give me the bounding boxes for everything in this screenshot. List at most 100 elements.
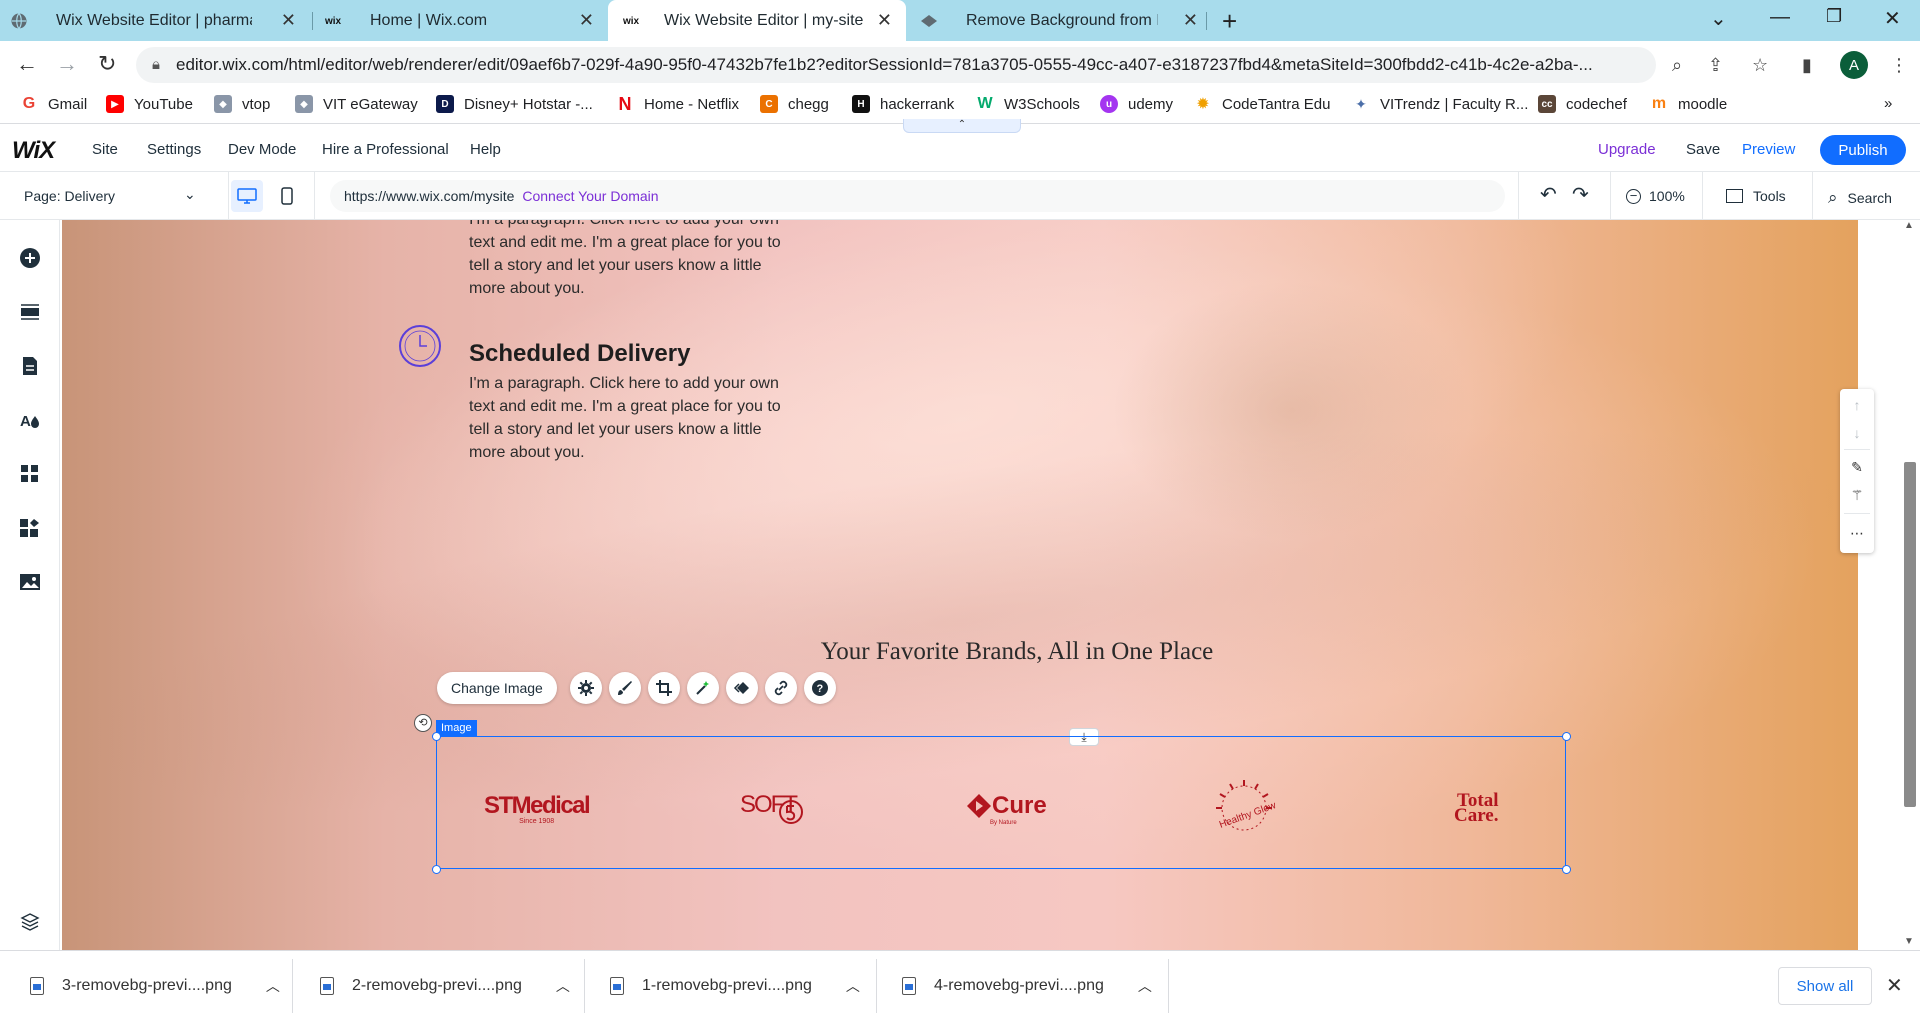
business-tools-icon[interactable]: [18, 516, 42, 540]
bookmark-hackerrank[interactable]: Hhackerrank: [852, 95, 954, 113]
layers-icon[interactable]: [18, 910, 42, 934]
publish-button[interactable]: Publish: [1820, 135, 1906, 165]
profile-avatar[interactable]: A: [1840, 51, 1868, 79]
design-brush-icon[interactable]: [608, 672, 641, 704]
menu-help[interactable]: Help: [470, 141, 501, 158]
settings-gear-icon[interactable]: [569, 672, 602, 704]
link-icon[interactable]: [764, 672, 797, 704]
bookmark-w3schools[interactable]: W W3Schools: [976, 95, 1079, 113]
back-arrow-icon[interactable]: ←: [16, 51, 38, 77]
paragraph-text[interactable]: I'm a paragraph. Click here to add your …: [469, 220, 799, 300]
ai-magic-wand-icon[interactable]: [686, 672, 719, 704]
help-icon[interactable]: ?: [803, 672, 836, 704]
close-tab-icon[interactable]: ✕: [579, 10, 594, 31]
bookmark-codetantra[interactable]: ✹ CodeTantra Edu: [1194, 95, 1330, 114]
page-selector[interactable]: Page: Delivery ⌄: [24, 186, 196, 204]
zoom-magnifier-icon[interactable]: ⌕: [1672, 55, 1682, 76]
collapse-top-bar-icon[interactable]: ⌃: [903, 119, 1021, 133]
close-window-icon[interactable]: ✕: [1884, 6, 1901, 31]
add-apps-icon[interactable]: [18, 462, 42, 486]
resize-handle[interactable]: [432, 732, 441, 741]
move-up-arrow-icon[interactable]: ↑: [1849, 397, 1865, 413]
scroll-up-icon[interactable]: ▲: [1904, 220, 1914, 231]
chevron-up-icon[interactable]: ︿: [846, 976, 860, 996]
resize-handle[interactable]: [1562, 732, 1571, 741]
browser-tab-pharmacy[interactable]: Wix Website Editor | pharmacy-a ✕: [0, 0, 310, 41]
upgrade-link[interactable]: Upgrade: [1598, 141, 1656, 158]
brands-heading[interactable]: Your Favorite Brands, All in One Place: [762, 638, 1272, 666]
minimize-icon[interactable]: —: [1770, 6, 1790, 29]
change-image-button[interactable]: Change Image: [437, 672, 557, 704]
chevron-up-icon[interactable]: ︿: [556, 976, 570, 996]
browser-tab-removebg[interactable]: Remove Background from Image ✕: [906, 0, 1206, 41]
menu-site[interactable]: Site: [92, 141, 118, 158]
share-icon[interactable]: ⇪: [1708, 55, 1723, 76]
resize-handle[interactable]: [1562, 865, 1571, 874]
close-tab-icon[interactable]: ✕: [1183, 10, 1198, 31]
close-tab-icon[interactable]: ✕: [877, 10, 892, 31]
wix-logo[interactable]: WiX: [12, 137, 55, 165]
bookmark-vit-egateway[interactable]: ◆ VIT eGateway: [295, 95, 418, 113]
zoom-control[interactable]: − 100%: [1626, 188, 1685, 204]
search-button[interactable]: ⌕ Search: [1828, 188, 1892, 208]
download-item[interactable]: 3-removebg-previ....png ︿: [30, 969, 280, 1003]
editor-canvas[interactable]: I'm a paragraph. Click here to add your …: [62, 220, 1858, 950]
bookmark-gmail[interactable]: G Gmail: [20, 95, 87, 113]
crop-icon[interactable]: [647, 672, 680, 704]
scrollbar-thumb[interactable]: [1904, 462, 1916, 807]
chevron-up-icon[interactable]: ︿: [266, 976, 280, 996]
bookmark-netflix[interactable]: N Home - Netflix: [616, 94, 740, 114]
browser-tab-wix-home[interactable]: wix Home | Wix.com ✕: [314, 0, 608, 41]
bookmark-hotstar[interactable]: D Disney+ Hotstar -...: [436, 95, 593, 113]
move-down-arrow-icon[interactable]: ↓: [1849, 425, 1865, 441]
show-all-downloads-button[interactable]: Show all: [1778, 967, 1872, 1005]
forward-arrow-icon[interactable]: →: [56, 51, 78, 77]
redo-icon[interactable]: ↷: [1572, 182, 1589, 207]
kebab-menu-icon[interactable]: ⋮: [1890, 55, 1908, 76]
bookmark-udemy[interactable]: u udemy: [1100, 95, 1173, 113]
restore-icon[interactable]: ❐: [1826, 6, 1842, 27]
connect-domain-link[interactable]: Connect Your Domain: [522, 188, 658, 204]
preview-button[interactable]: Preview: [1742, 141, 1795, 158]
close-tab-icon[interactable]: ✕: [281, 10, 296, 31]
clock-icon[interactable]: [398, 324, 442, 368]
undo-icon[interactable]: ↶: [1540, 182, 1557, 207]
mobile-view-icon[interactable]: [271, 180, 303, 212]
tab-search-chevron-icon[interactable]: ⌄: [1710, 6, 1727, 31]
paragraph-text[interactable]: I'm a paragraph. Click here to add your …: [469, 372, 799, 464]
save-button[interactable]: Save: [1686, 141, 1720, 158]
desktop-view-icon[interactable]: [231, 180, 263, 212]
edit-pencil-icon[interactable]: ✎: [1849, 459, 1865, 475]
download-item[interactable]: 1-removebg-previ....png ︿: [610, 969, 860, 1003]
menu-settings[interactable]: Settings: [147, 141, 201, 158]
download-item[interactable]: 2-removebg-previ....png ︿: [320, 969, 570, 1003]
add-section-icon[interactable]: [18, 300, 42, 324]
new-tab-icon[interactable]: +: [1222, 6, 1237, 37]
animation-icon[interactable]: [725, 672, 758, 704]
site-design-icon[interactable]: A: [18, 408, 42, 432]
reload-icon[interactable]: ↻: [98, 51, 116, 77]
section-heading[interactable]: Scheduled Delivery: [469, 340, 690, 368]
bookmark-moodle[interactable]: m moodle: [1650, 95, 1727, 113]
more-options-icon[interactable]: ⋯: [1849, 525, 1865, 541]
side-panel-icon[interactable]: ▮: [1802, 55, 1812, 76]
chevron-up-icon[interactable]: ︿: [1138, 976, 1152, 996]
address-bar[interactable]: 🔒︎ editor.wix.com/html/editor/web/render…: [136, 47, 1656, 83]
menu-dev-mode[interactable]: Dev Mode: [228, 141, 296, 158]
rotate-icon[interactable]: ⟲: [414, 714, 432, 732]
download-item[interactable]: 4-removebg-previ....png ︿: [902, 969, 1152, 1003]
bookmarks-overflow-icon[interactable]: »: [1884, 95, 1892, 112]
add-elements-icon[interactable]: [18, 246, 42, 270]
resize-handle[interactable]: [432, 865, 441, 874]
pages-menu-icon[interactable]: [18, 354, 42, 378]
magic-wand-icon[interactable]: ⚚: [1849, 487, 1865, 503]
bookmark-vitrendz[interactable]: ✦ VITrendz | Faculty R...: [1352, 95, 1528, 113]
bookmark-vtop[interactable]: ◆ vtop: [214, 95, 270, 113]
bookmark-chegg[interactable]: Cchegg: [760, 95, 829, 113]
close-downloads-icon[interactable]: ✕: [1886, 973, 1903, 998]
media-icon[interactable]: [18, 570, 42, 594]
browser-tab-wix-editor[interactable]: wix Wix Website Editor | my-site ✕: [608, 0, 906, 41]
bookmark-star-icon[interactable]: ☆: [1752, 55, 1768, 76]
bookmark-codechef[interactable]: cc codechef: [1538, 95, 1627, 113]
menu-hire-professional[interactable]: Hire a Professional: [322, 141, 449, 158]
